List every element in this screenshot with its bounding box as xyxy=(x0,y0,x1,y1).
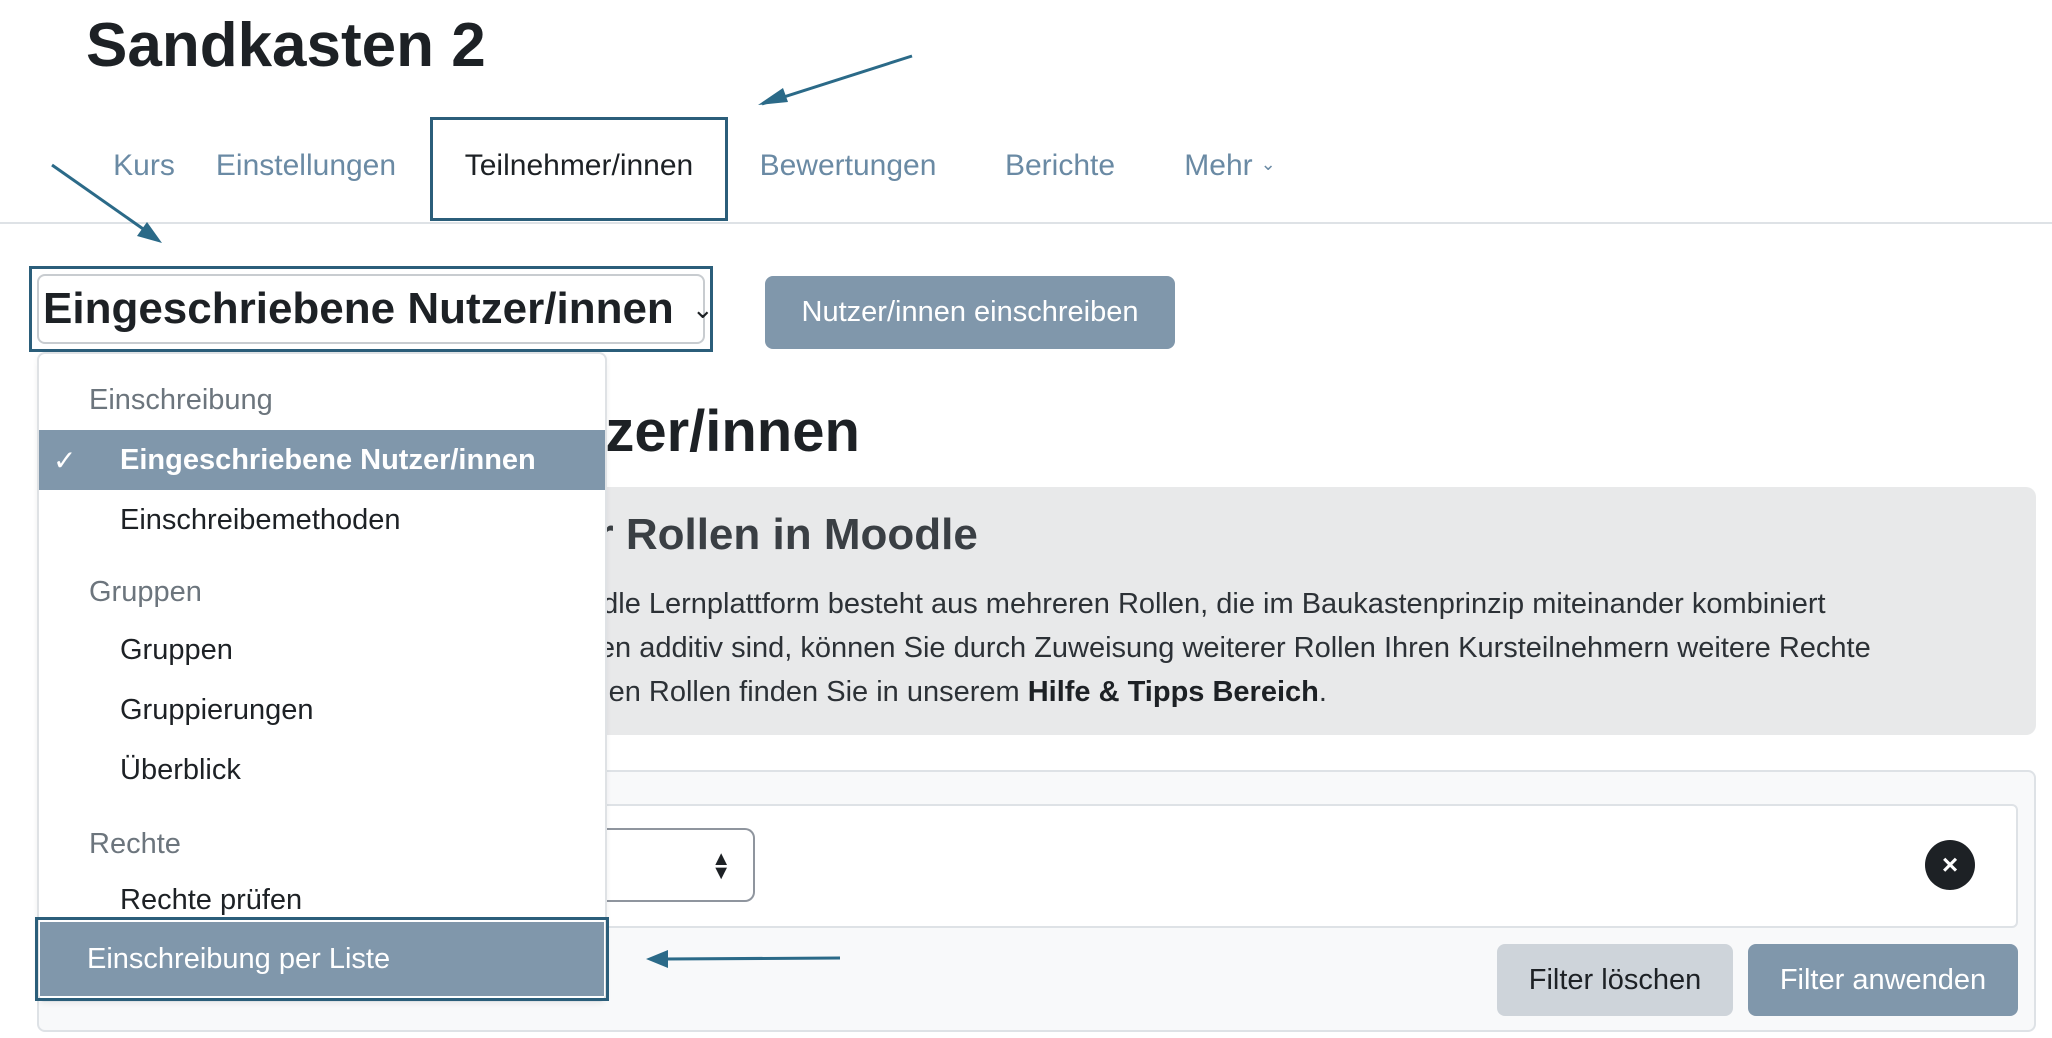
dropdown-header-einschreibung: Einschreibung xyxy=(89,384,273,416)
page-title: Sandkasten 2 xyxy=(86,11,486,80)
participants-dropdown-menu: Einschreibung ✓ Eingeschriebene Nutzer/i… xyxy=(37,352,607,1002)
filter-row xyxy=(600,804,2018,928)
dropdown-item-enrolment-methods[interactable]: Einschreibemethoden xyxy=(39,490,605,550)
dropdown-item-groups[interactable]: Gruppen xyxy=(39,620,605,680)
dropdown-item-label: Eingeschriebene Nutzer/innen xyxy=(120,443,536,476)
dropdown-item-enrolled-users[interactable]: ✓ Eingeschriebene Nutzer/innen xyxy=(39,430,605,490)
chevron-down-icon: ⌄ xyxy=(691,293,714,324)
info-title: er Rollen in Moodle xyxy=(572,510,978,559)
participants-select[interactable]: Eingeschriebene Nutzer/innen ⌄ xyxy=(37,274,714,344)
section-heading: tzer/innen xyxy=(586,399,860,464)
info-text-end: . xyxy=(1318,676,1327,708)
info-text-line: lnen Rollen finden Sie in unserem Hilfe … xyxy=(586,676,1327,709)
remove-filter-icon[interactable]: × xyxy=(1925,840,1975,890)
dropdown-header-gruppen: Gruppen xyxy=(89,576,202,608)
tab-bewertungen[interactable]: Bewertungen xyxy=(748,108,948,224)
chevron-down-icon: ⌄ xyxy=(1260,153,1276,174)
apply-filters-button[interactable]: Filter anwenden xyxy=(1748,944,2018,1016)
participants-select-highlight: Eingeschriebene Nutzer/innen ⌄ xyxy=(29,266,714,352)
tab-einstellungen[interactable]: Einstellungen xyxy=(206,108,406,224)
secondary-navigation: Kurs Einstellungen Teilnehmer/innen Bewe… xyxy=(0,108,2052,224)
tab-mehr-label: Mehr xyxy=(1184,149,1253,182)
active-tab-highlight xyxy=(430,117,728,221)
clear-filters-button[interactable]: Filter löschen xyxy=(1497,944,1733,1016)
info-text-line: llen additiv sind, können Sie durch Zuwe… xyxy=(586,632,1871,664)
dropdown-item-groupings[interactable]: Gruppierungen xyxy=(39,680,605,740)
filter-type-select[interactable]: ▲ ▼ xyxy=(600,828,755,902)
dropdown-item-overview[interactable]: Überblick xyxy=(39,740,605,800)
info-text-line: odle Lernplattform besteht aus mehreren … xyxy=(586,588,1826,620)
tab-mehr[interactable]: Mehr ⌄ xyxy=(1170,108,1290,224)
participants-select-value: Eingeschriebene Nutzer/innen xyxy=(43,284,674,333)
arrow-icon xyxy=(758,54,913,106)
dropdown-item-enrol-by-list[interactable]: Einschreibung per Liste xyxy=(40,922,604,996)
info-text-start: lnen Rollen finden Sie in unserem xyxy=(586,676,1028,708)
enrol-users-button[interactable]: Nutzer/innen einschreiben xyxy=(765,276,1175,349)
help-tips-link[interactable]: Hilfe & Tipps Bereich xyxy=(1028,676,1319,708)
checkmark-icon: ✓ xyxy=(53,444,77,476)
dropdown-header-rechte: Rechte xyxy=(89,828,181,860)
tab-berichte[interactable]: Berichte xyxy=(990,108,1130,224)
sort-icon: ▲ ▼ xyxy=(711,848,731,884)
tab-kurs[interactable]: Kurs xyxy=(84,108,204,224)
